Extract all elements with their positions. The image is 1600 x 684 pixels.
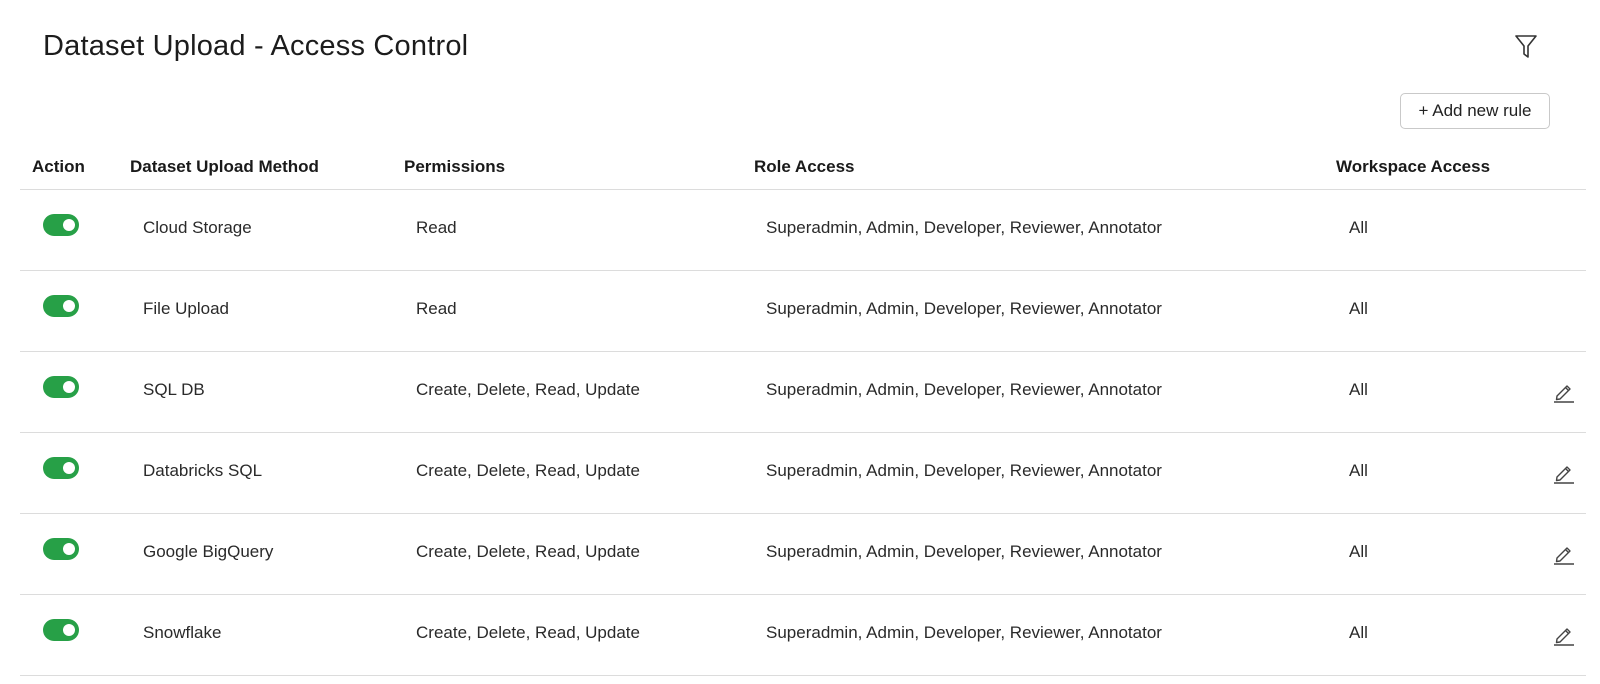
permissions: Create, Delete, Read, Update [416,542,640,561]
filter-button[interactable] [1511,32,1541,62]
upload-method: SQL DB [143,380,205,399]
table-row: Snowflake Create, Delete, Read, Update S… [20,595,1586,676]
table-row: File Upload Read Superadmin, Admin, Deve… [20,271,1586,352]
pencil-icon [1554,466,1574,484]
role-access: Superadmin, Admin, Developer, Reviewer, … [766,299,1162,318]
table-row: SQL DB Create, Delete, Read, Update Supe… [20,352,1586,433]
enable-toggle[interactable] [43,376,79,398]
role-access: Superadmin, Admin, Developer, Reviewer, … [766,461,1162,480]
header-role-access: Role Access [754,157,855,176]
enable-toggle[interactable] [43,214,79,236]
role-access: Superadmin, Admin, Developer, Reviewer, … [766,623,1162,642]
workspace-access: All [1349,380,1368,399]
toggle-knob [63,381,75,393]
table-header: Action Dataset Upload Method Permissions… [20,147,1586,190]
edit-rule-button[interactable] [1552,461,1576,485]
upload-method: Cloud Storage [143,218,252,237]
edit-rule-button[interactable] [1552,623,1576,647]
toggle-knob [63,462,75,474]
table-row: Google BigQuery Create, Delete, Read, Up… [20,514,1586,595]
workspace-access: All [1349,542,1368,561]
upload-method: Snowflake [143,623,222,642]
upload-method: Databricks SQL [143,461,263,480]
enable-toggle[interactable] [43,295,79,317]
workspace-access: All [1349,218,1368,237]
toggle-knob [63,543,75,555]
table-row: Cloud Storage Read Superadmin, Admin, De… [20,190,1586,271]
header-workspace-access: Workspace Access [1336,157,1491,176]
header-upload-method: Dataset Upload Method [130,157,319,176]
enable-toggle[interactable] [43,457,79,479]
filter-icon [1515,35,1537,58]
permissions: Create, Delete, Read, Update [416,380,640,399]
permissions: Create, Delete, Read, Update [416,461,640,480]
role-access: Superadmin, Admin, Developer, Reviewer, … [766,218,1162,237]
add-new-rule-button[interactable]: + Add new rule [1400,93,1550,129]
role-access: Superadmin, Admin, Developer, Reviewer, … [766,542,1162,561]
pencil-icon [1554,385,1574,403]
upload-method: File Upload [143,299,229,318]
workspace-access: All [1349,623,1368,642]
pencil-icon [1554,547,1574,565]
header-action: Action [32,157,85,176]
header-permissions: Permissions [404,157,506,176]
permissions: Read [416,299,457,318]
enable-toggle[interactable] [43,619,79,641]
permissions: Read [416,218,457,237]
pencil-icon [1554,628,1574,646]
role-access: Superadmin, Admin, Developer, Reviewer, … [766,380,1162,399]
workspace-access: All [1349,299,1368,318]
permissions: Create, Delete, Read, Update [416,623,640,642]
edit-rule-button[interactable] [1552,542,1576,566]
workspace-access: All [1349,461,1368,480]
enable-toggle[interactable] [43,538,79,560]
toggle-knob [63,300,75,312]
table-row: Databricks SQL Create, Delete, Read, Upd… [20,433,1586,514]
edit-rule-button[interactable] [1552,380,1576,404]
upload-method: Google BigQuery [143,542,274,561]
access-control-table: Action Dataset Upload Method Permissions… [20,147,1586,676]
toggle-knob [63,624,75,636]
toggle-knob [63,219,75,231]
page-title: Dataset Upload - Access Control [43,30,469,62]
